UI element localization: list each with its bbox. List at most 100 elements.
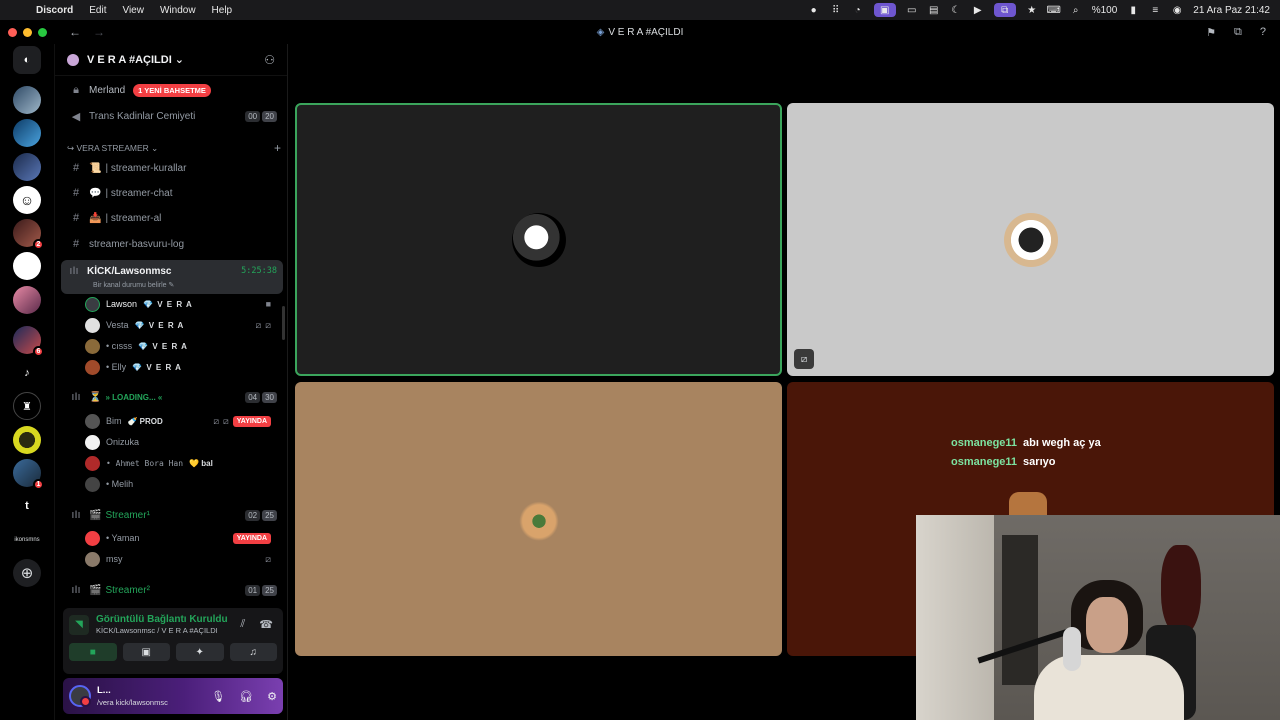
- server-icon[interactable]: ikonsmns: [13, 526, 41, 554]
- video-tile[interactable]: [295, 103, 782, 376]
- help-icon[interactable]: ?: [1260, 26, 1266, 39]
- server-icon[interactable]: [13, 119, 41, 148]
- channel-streamer-al[interactable]: # 📥 | streamer-al: [63, 207, 281, 229]
- control-center-icon[interactable]: ≡: [1149, 5, 1161, 16]
- close-window-button[interactable]: [8, 27, 17, 37]
- star-icon[interactable]: ★: [1026, 5, 1038, 16]
- voice-member[interactable]: Bim 🍼 PROD ⧄ ⧄ YAYINDA: [85, 411, 277, 431]
- noise-suppression-icon[interactable]: ⫽: [240, 618, 245, 631]
- menu-view[interactable]: View: [114, 5, 152, 16]
- avatar: [85, 338, 100, 354]
- play-icon[interactable]: ▶: [972, 5, 984, 16]
- disconnect-icon[interactable]: ☎: [259, 618, 273, 631]
- new-mention-pill[interactable]: 1 YENİ BAHSETME: [133, 83, 211, 97]
- camera-button[interactable]: ■: [69, 643, 117, 661]
- server-icon[interactable]: [13, 86, 41, 114]
- server-icon[interactable]: [13, 152, 41, 181]
- voice-member[interactable]: • Melih: [85, 474, 277, 494]
- channel-streamer-chat[interactable]: # 💬 | streamer-chat: [63, 182, 281, 204]
- grid-icon[interactable]: ⠿: [830, 5, 842, 16]
- zoom-window-button[interactable]: [38, 27, 47, 37]
- keyboard-icon[interactable]: ⌨: [1046, 5, 1060, 16]
- voice-channel-loading[interactable]: ıIı ⏳ » LOADING... « 04 30: [63, 386, 281, 408]
- server-icon[interactable]: ♪: [13, 359, 41, 387]
- voice-member[interactable]: Vesta 💎 V E R A ⧄ ⧄: [85, 315, 277, 335]
- speaker-icon: ıIı: [71, 509, 81, 521]
- category-vera-streamer[interactable]: ↪ VERA STREAMER ⌄ +: [67, 141, 281, 155]
- server-icon[interactable]: [13, 425, 41, 454]
- menu-window[interactable]: Window: [152, 5, 204, 16]
- menu-app-discord[interactable]: Discord: [28, 5, 81, 16]
- disk-icon[interactable]: ◔: [852, 5, 864, 16]
- menu-help[interactable]: Help: [204, 5, 241, 16]
- connection-channel[interactable]: KİCK/Lawsonmsc / V E R A #AÇILDI: [96, 626, 228, 635]
- popout-icon[interactable]: ⧉: [1234, 26, 1242, 39]
- member-status-icons: ⧄ ⧄ YAYINDA: [213, 415, 271, 427]
- hashtag-icon: #: [72, 162, 80, 174]
- voice-elapsed-time: 5:25:38: [241, 266, 277, 276]
- voice-channel-kick[interactable]: ıIı KİCK/Lawsonmsc 5:25:38: [61, 260, 283, 282]
- add-server-icon[interactable]: ⊕: [13, 558, 41, 587]
- voice-channel-trans[interactable]: ◀︎ Trans Kadinlar Cemiyeti 00 20: [63, 105, 281, 127]
- voice-member[interactable]: • Elly 💎 V E R A: [85, 357, 277, 377]
- server-icon[interactable]: t: [13, 492, 41, 520]
- sidebar-scrollbar[interactable]: [282, 306, 285, 340]
- voice-channel-streamer-2[interactable]: ıIı 🎬 Streamer² 01 25: [63, 579, 281, 601]
- server-icon[interactable]: [13, 252, 41, 281]
- member-status-icons: ■: [266, 299, 271, 309]
- screen-share-button[interactable]: ▣: [122, 643, 170, 661]
- microphone-icon[interactable]: 🎙︎: [211, 690, 225, 703]
- ghost-server-icon[interactable]: ☺: [13, 185, 41, 214]
- discord-home-button[interactable]: ◐: [13, 46, 41, 74]
- connection-signal-icon[interactable]: ◥: [69, 614, 89, 635]
- guild-header[interactable]: V E R A #AÇILDI ⌄ ⚇: [55, 44, 287, 76]
- menu-edit[interactable]: Edit: [81, 5, 114, 16]
- circle-icon[interactable]: ●: [808, 5, 820, 16]
- invite-people-icon[interactable]: ⚇: [264, 53, 275, 67]
- back-arrow-icon[interactable]: ←: [69, 25, 81, 39]
- menubar-clock[interactable]: 21 Ara Paz 21:42: [1193, 5, 1270, 16]
- display-icon[interactable]: ▭: [906, 5, 918, 16]
- user-info[interactable]: L... /vera kick/lawsonmsc: [97, 685, 168, 707]
- soundboard-button[interactable]: ♫: [229, 643, 277, 661]
- channel-streamer-basvuru-log[interactable]: # streamer-basvuru-log: [63, 233, 281, 255]
- voice-channel-streamer-1[interactable]: ıIı 🎬 Streamer¹ 02 25: [63, 504, 281, 526]
- siri-icon[interactable]: ◉: [1171, 5, 1183, 16]
- video-tile[interactable]: ⧄: [787, 103, 1274, 376]
- speaker-icon: ıIı: [71, 584, 81, 596]
- mic-muted-icon: ⧄: [213, 415, 220, 426]
- user-avatar[interactable]: [69, 685, 91, 707]
- server-icon[interactable]: 1: [13, 458, 44, 490]
- voice-member[interactable]: • cısss 💎 V E R A: [85, 336, 277, 356]
- gear-icon[interactable]: ⚙: [267, 690, 277, 703]
- screen-record-icon[interactable]: ▣: [873, 3, 896, 17]
- participant-avatar: [1003, 212, 1058, 267]
- moon-icon[interactable]: ☾: [950, 5, 962, 16]
- channel-merland[interactable]: 🔒︎ Merland 1 YENİ BAHSETME: [63, 79, 281, 101]
- create-channel-icon[interactable]: +: [274, 141, 281, 155]
- pin-icon[interactable]: ⚑: [1206, 26, 1216, 39]
- voice-member[interactable]: Lawson 💎 V E R A ■: [85, 294, 277, 314]
- server-icon[interactable]: 6: [13, 325, 44, 357]
- server-icon[interactable]: ♜: [13, 392, 41, 421]
- server-icon[interactable]: [13, 285, 41, 314]
- minimize-window-button[interactable]: [23, 27, 32, 37]
- voice-member[interactable]: • Yaman YAYINDA: [85, 528, 277, 548]
- voice-member[interactable]: • Ahmet Bora Han 💛 bal: [85, 453, 277, 473]
- clipboard-icon[interactable]: ▤: [928, 5, 940, 16]
- window-icon[interactable]: ⧉: [993, 3, 1016, 17]
- voice-member[interactable]: Onizuka: [85, 432, 277, 452]
- video-tile[interactable]: [295, 382, 782, 656]
- activities-button[interactable]: ✦: [176, 643, 224, 661]
- active-voice-channel[interactable]: ıIı KİCK/Lawsonmsc 5:25:38 Bir kanal dur…: [61, 260, 283, 294]
- headphones-icon[interactable]: 🎧︎: [239, 690, 253, 703]
- voice-member[interactable]: msy ⧄: [85, 549, 277, 569]
- battery-icon[interactable]: ▮: [1127, 5, 1139, 16]
- guild-name: V E R A #AÇILDI ⌄: [87, 54, 185, 66]
- search-icon[interactable]: ⌕: [1070, 5, 1082, 16]
- channel-streamer-kurallar[interactable]: # 📜 | streamer-kurallar: [63, 157, 281, 179]
- server-icon[interactable]: 2: [13, 219, 44, 251]
- channel-status-prompt[interactable]: Bir kanal durumu belirle ✎: [93, 281, 174, 289]
- forward-arrow-icon[interactable]: →: [93, 25, 105, 39]
- hourglass-icon: ⏳: [89, 391, 102, 403]
